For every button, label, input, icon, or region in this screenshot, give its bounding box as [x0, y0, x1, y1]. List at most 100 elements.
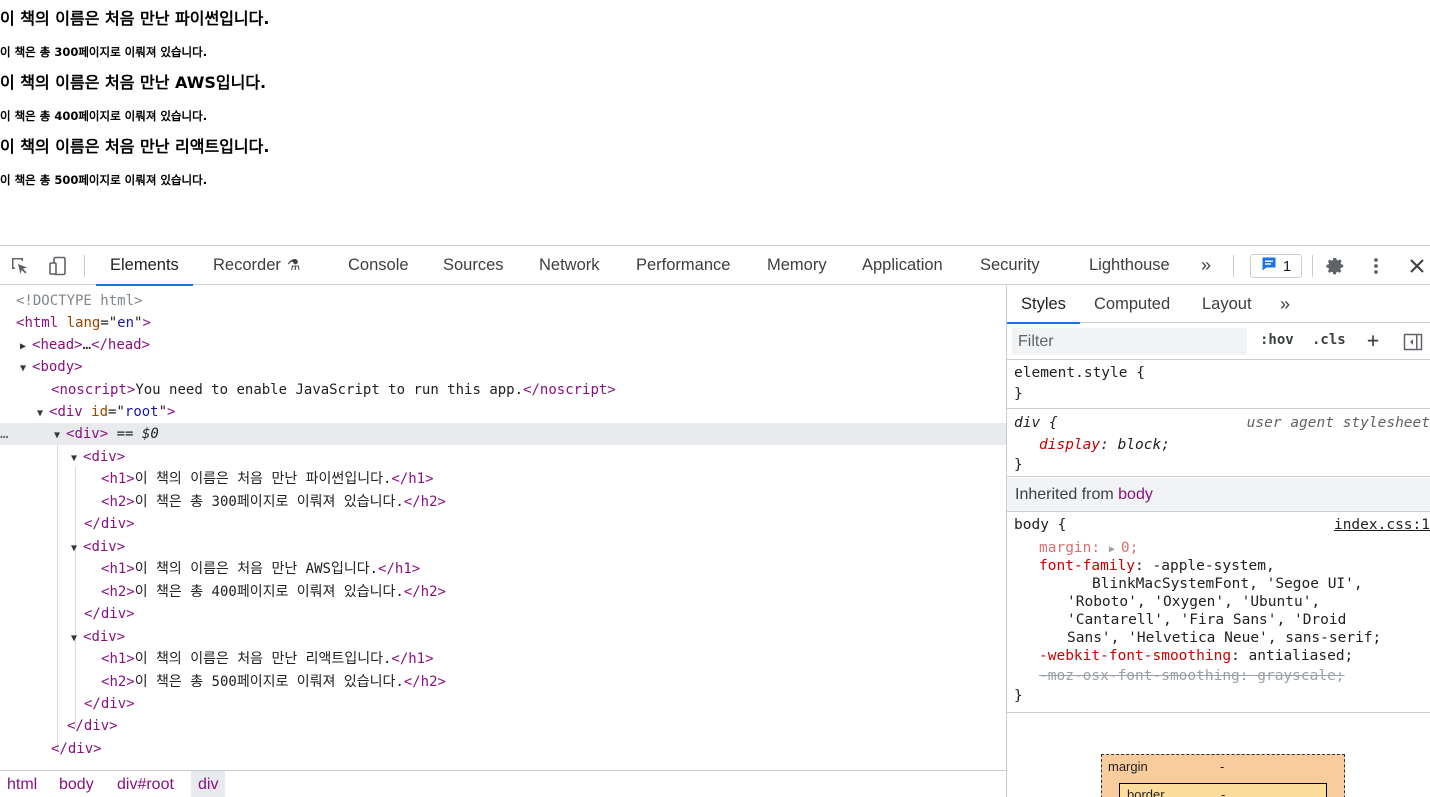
class-toggle[interactable]: .cls — [1312, 332, 1346, 348]
toggle-sidebar-icon[interactable] — [1403, 332, 1423, 357]
element-style-rule[interactable]: element.style { } — [1007, 361, 1430, 409]
tag-name: head — [107, 337, 142, 353]
attr-name: id — [91, 404, 109, 420]
tab-memory[interactable]: Memory — [767, 246, 827, 285]
dom-line-h2[interactable]: <h2>이 책은 총 400페이지로 이뤄져 있습니다.</h2> — [0, 581, 1007, 603]
expand-shorthand-icon[interactable]: ▶ — [1109, 544, 1121, 555]
tab-styles[interactable]: Styles — [1007, 286, 1080, 324]
devtools-tabbar: Elements Recorder ⚗ Console Sources Netwo… — [0, 246, 1430, 286]
inherited-tag-link[interactable]: body — [1118, 486, 1153, 503]
box-model-border-value[interactable]: - — [1221, 787, 1225, 797]
more-sidebar-tabs-icon[interactable]: » — [1280, 286, 1290, 323]
tab-sources[interactable]: Sources — [443, 246, 504, 285]
styles-filter-input[interactable] — [1012, 328, 1247, 355]
css-value-line: Sans', 'Helvetica Neue', sans-serif; — [1067, 630, 1382, 646]
tab-security[interactable]: Security — [980, 246, 1040, 285]
collapse-triangle-icon[interactable]: ▼ — [71, 448, 83, 470]
expand-triangle-icon[interactable]: ▶ — [20, 336, 32, 358]
css-selector: element.style { — [1014, 365, 1145, 381]
css-value: block; — [1117, 437, 1170, 453]
dom-line-html[interactable]: <html lang="en"> — [0, 312, 1007, 334]
dom-line-root[interactable]: ▼ <div id="root"> — [0, 401, 1007, 423]
collapse-triangle-icon[interactable]: ▼ — [37, 403, 49, 425]
tab-performance[interactable]: Performance — [636, 246, 730, 285]
tag-name: noscript — [59, 382, 127, 398]
box-model-border[interactable]: border - — [1119, 783, 1327, 797]
styles-tabbar: Styles Computed Layout » — [1007, 286, 1430, 324]
css-value-line: BlinkMacSystemFont, 'Segoe UI', — [1092, 576, 1363, 592]
tab-console[interactable]: Console — [348, 246, 409, 285]
dom-line-div[interactable]: ▼ <div> — [0, 446, 1007, 468]
tab-application[interactable]: Application — [862, 246, 943, 285]
tag-name: h2 — [420, 584, 438, 600]
new-style-rule-icon[interactable]: + — [1367, 328, 1379, 352]
more-tabs-icon[interactable]: » — [1201, 246, 1211, 285]
elements-tree[interactable]: <!DOCTYPE html> <html lang="en"> ▶ <head>… — [0, 286, 1007, 770]
breadcrumb-item-div[interactable]: div — [191, 771, 226, 797]
tag-name: h2 — [109, 584, 127, 600]
book-block: 이 책의 이름은 처음 만난 파이썬입니다. 이 책은 총 300페이지로 이뤄… — [0, 5, 269, 60]
dom-line-h1[interactable]: <h1>이 책의 이름은 처음 만난 리액트입니다.</h1> — [0, 648, 1007, 670]
tab-recorder[interactable]: Recorder ⚗ — [213, 246, 300, 285]
tag-name: div — [91, 449, 117, 465]
breadcrumb-item-html[interactable]: html — [0, 771, 44, 797]
gutter-dots[interactable]: … — [0, 423, 8, 445]
dom-line-h1[interactable]: <h1>이 책의 이름은 처음 만난 AWS입니다.</h1> — [0, 558, 1007, 580]
dom-line-head[interactable]: ▶ <head>…</head> — [0, 334, 1007, 356]
dom-line-div-close[interactable]: </div> — [0, 513, 1007, 535]
book-title: 이 책의 이름은 처음 만난 AWS입니다. — [0, 73, 267, 92]
h2-text: 이 책은 총 300페이지로 이뤄져 있습니다. — [134, 494, 404, 510]
book-pages: 이 책은 총 500페이지로 이뤄져 있습니다. — [0, 173, 208, 187]
dom-line-h2[interactable]: <h2>이 책은 총 300페이지로 이뤄져 있습니다.</h2> — [0, 491, 1007, 513]
user-agent-rule[interactable]: div { user agent stylesheet display: blo… — [1007, 410, 1430, 477]
inspect-element-icon[interactable] — [9, 255, 31, 277]
collapse-triangle-icon[interactable]: ▼ — [20, 358, 32, 380]
tab-computed[interactable]: Computed — [1094, 286, 1170, 323]
issues-button[interactable]: 1 — [1250, 254, 1302, 278]
dom-line-div-close[interactable]: </div> — [0, 693, 1007, 715]
tab-layout[interactable]: Layout — [1202, 286, 1252, 323]
breadcrumb-item-body[interactable]: body — [52, 771, 101, 797]
settings-gear-icon[interactable] — [1325, 255, 1347, 277]
dom-line-div[interactable]: ▼ <div> — [0, 536, 1007, 558]
tag-name: head — [40, 337, 75, 353]
box-model-border-label: border — [1127, 787, 1165, 797]
close-icon[interactable] — [1406, 255, 1428, 277]
dom-line-h1[interactable]: <h1>이 책의 이름은 처음 만난 파이썬입니다.</h1> — [0, 468, 1007, 490]
tab-network[interactable]: Network — [539, 246, 600, 285]
box-model-margin-value[interactable]: - — [1220, 759, 1224, 774]
tag-name: div — [83, 718, 110, 734]
dom-line-h2[interactable]: <h2>이 책은 총 500페이지로 이뤄져 있습니다.</h2> — [0, 671, 1007, 693]
hover-state-toggle[interactable]: :hov — [1260, 332, 1294, 348]
box-model-margin[interactable]: margin - border - — [1101, 754, 1345, 797]
dom-line-selected-div[interactable]: … ▼ <div> == $0 — [0, 423, 1007, 445]
dom-line-div-close[interactable]: </div> — [0, 603, 1007, 625]
page-viewport: 이 책의 이름은 처음 만난 파이썬입니다. 이 책은 총 300페이지로 이뤄… — [0, 0, 1430, 245]
attr-value: en — [117, 315, 135, 331]
tag-name: div — [100, 516, 127, 532]
collapse-triangle-icon[interactable]: ▼ — [71, 538, 83, 560]
breadcrumb-item-root[interactable]: div#root — [110, 771, 181, 797]
dom-line-doctype[interactable]: <!DOCTYPE html> — [0, 290, 1007, 312]
body-rule[interactable]: body { index.css:1 margin: ▶ 0; font-fam… — [1007, 513, 1430, 713]
dom-line-root-close[interactable]: </div> — [0, 738, 1007, 760]
device-toolbar-icon[interactable] — [47, 255, 69, 277]
more-options-icon[interactable] — [1365, 255, 1387, 277]
tag-name: h2 — [109, 674, 127, 690]
tag-name: h1 — [408, 651, 426, 667]
issues-message-icon — [1261, 256, 1277, 276]
collapse-triangle-icon[interactable]: ▼ — [54, 425, 66, 447]
dom-line-div[interactable]: ▼ <div> — [0, 626, 1007, 648]
css-source-link[interactable]: index.css:1 — [1334, 515, 1430, 535]
breadcrumb: html body div#root div — [0, 770, 1007, 797]
dom-line-body[interactable]: ▼ <body> — [0, 356, 1007, 378]
tab-elements[interactable]: Elements — [96, 246, 193, 286]
css-prop: font-family — [1039, 558, 1136, 574]
dom-line-noscript[interactable]: <noscript>You need to enable JavaScript … — [0, 379, 1007, 401]
dom-line-selected-div-close[interactable]: </div> — [0, 715, 1007, 737]
tag-name: h1 — [408, 471, 426, 487]
css-close-brace: } — [1014, 688, 1023, 704]
tab-lighthouse[interactable]: Lighthouse — [1089, 246, 1170, 285]
css-declaration-overridden: -moz-osx-font-smoothing: grayscale; — [1039, 668, 1345, 684]
collapse-triangle-icon[interactable]: ▼ — [71, 628, 83, 650]
